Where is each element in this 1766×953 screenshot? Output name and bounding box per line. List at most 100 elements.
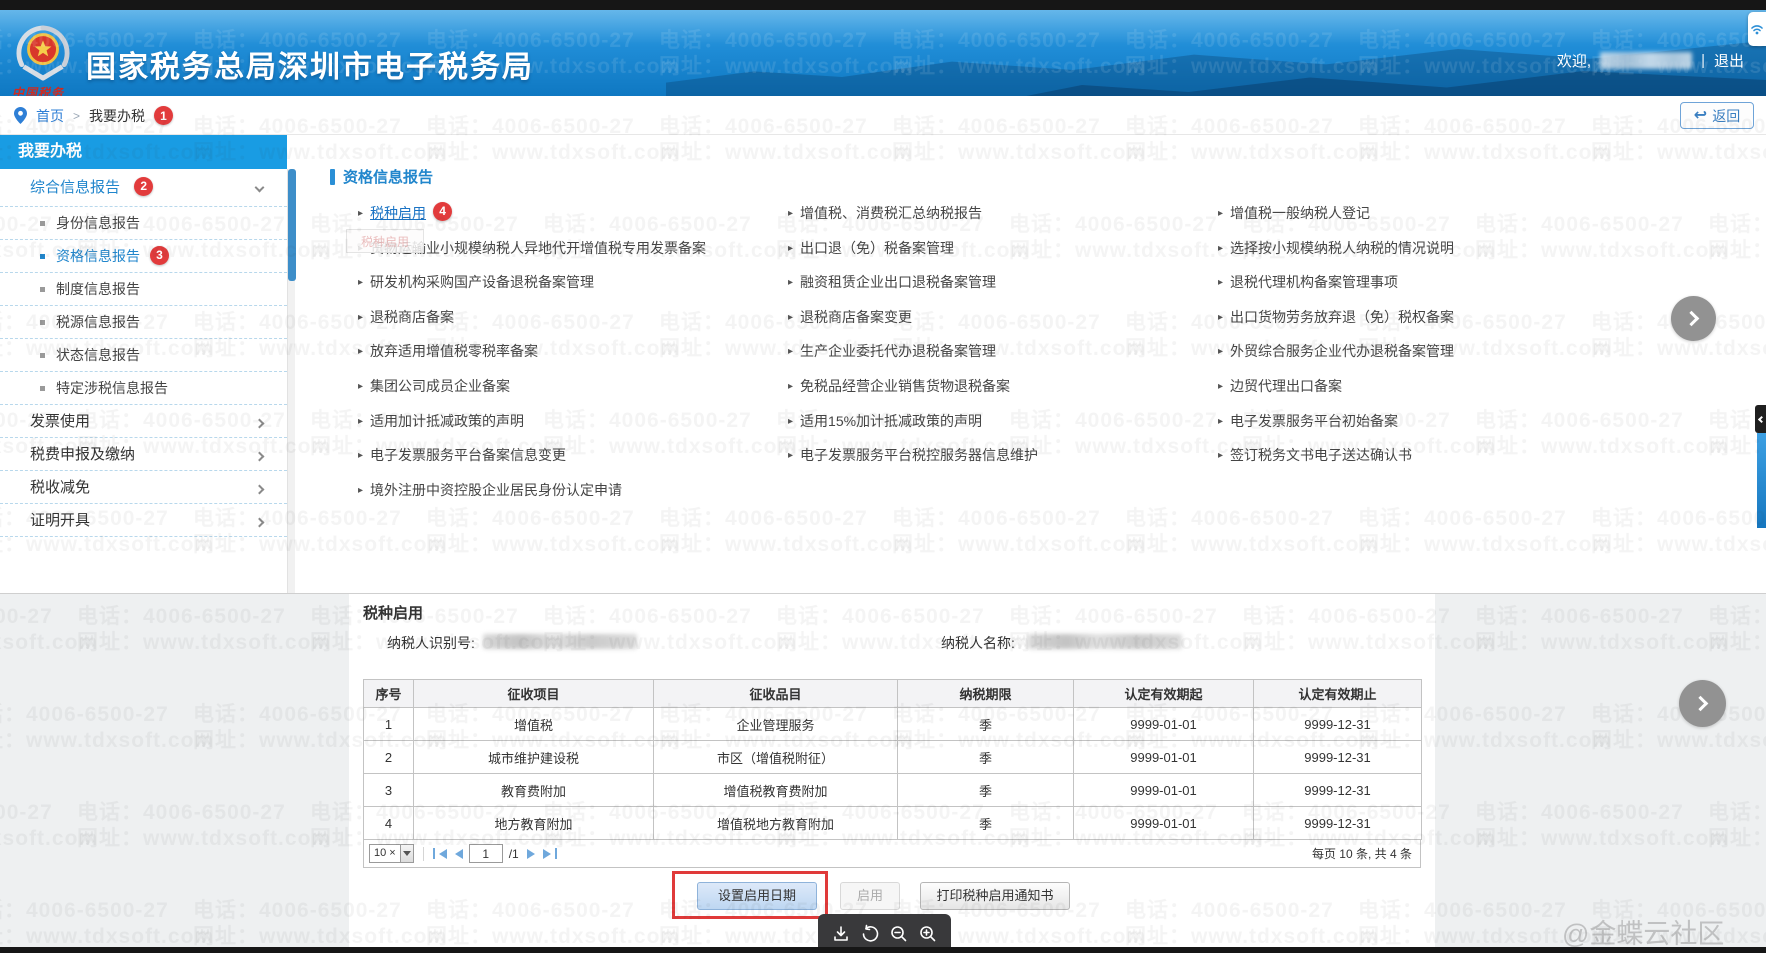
link-arrow-icon: ▸ <box>358 450 363 461</box>
back-button-label: 返回 <box>1712 106 1740 126</box>
service-link-label: 外贸综合服务企业代办退税备案管理 <box>1230 343 1454 359</box>
activate-button: 启用 <box>840 882 900 910</box>
service-link-label: 免税品经营企业销售货物退税备案 <box>800 378 1010 394</box>
sidebar-item-身份信息报告[interactable]: 身份信息报告 <box>0 207 287 240</box>
sidebar-group-发票使用[interactable]: 发票使用 <box>0 405 287 438</box>
prev-page-button[interactable] <box>455 849 463 859</box>
service-link[interactable]: ▸电子发票服务平台税控服务器信息维护 <box>788 438 1218 473</box>
service-link-label: 境外注册中资控股企业居民身份认定申请 <box>370 482 622 498</box>
download-icon[interactable] <box>831 924 851 944</box>
service-link[interactable]: ▸出口退（免）税备案管理 <box>788 231 1218 266</box>
table-cell: 企业管理服务 <box>654 708 898 741</box>
sidebar-item-label: 制度信息报告 <box>56 281 140 297</box>
taxpayer-id-label: 纳税人识别号: <box>387 633 475 653</box>
service-link[interactable]: ▸境外注册中资控股企业居民身份认定申请 <box>358 473 788 508</box>
sidebar-group-comprehensive-info[interactable]: 综合信息报告 2 <box>0 169 287 207</box>
table-cell: 教育费附加 <box>414 774 654 807</box>
service-link[interactable]: ▸适用15%加计抵减政策的声明 <box>788 404 1218 439</box>
service-link[interactable]: ▸生产企业委托代办退税备案管理 <box>788 334 1218 369</box>
table-cell: 市区（增值税附征） <box>654 741 898 774</box>
table-cell: 增值税地方教育附加 <box>654 807 898 840</box>
service-link[interactable]: ▸免税品经营企业销售货物退税备案 <box>788 369 1218 404</box>
link-arrow-icon: ▸ <box>788 243 793 254</box>
banner-sheen <box>0 10 1766 44</box>
link-arrow-icon: ▸ <box>1218 450 1223 461</box>
service-link[interactable]: ▸退税商店备案变更 <box>788 300 1218 335</box>
service-link-label: 放弃适用增值税零税率备案 <box>370 343 538 359</box>
service-link[interactable]: ▸选择按小规模纳税人纳税的情况说明 <box>1218 231 1688 266</box>
annotation-badge-1: 1 <box>154 106 173 125</box>
table-cell: 9999-01-01 <box>1074 774 1254 807</box>
table-cell: 增值税教育费附加 <box>654 774 898 807</box>
link-arrow-icon: ▸ <box>358 312 363 323</box>
service-link[interactable]: ▸融资租赁企业出口退税备案管理 <box>788 265 1218 300</box>
service-link[interactable]: ▸边贸代理出口备案 <box>1218 369 1688 404</box>
table-header-cell: 征收项目 <box>414 680 654 708</box>
chevron-right-icon <box>255 452 265 462</box>
annotation-badge-2: 2 <box>134 177 153 196</box>
print-notice-button[interactable]: 打印税种启用通知书 <box>920 882 1070 910</box>
sidebar-item-资格信息报告[interactable]: 资格信息报告3 <box>0 240 287 273</box>
service-link[interactable]: ▸增值税一般纳税人登记 <box>1218 196 1688 231</box>
service-link-label: 生产企业委托代办退税备案管理 <box>800 343 996 359</box>
scrollbar-thumb[interactable] <box>288 169 296 281</box>
carousel-next-button[interactable] <box>1671 296 1716 341</box>
sidebar-item-状态信息报告[interactable]: 状态信息报告 <box>0 339 287 372</box>
browser-extension-tab[interactable] <box>1748 12 1766 46</box>
link-arrow-icon: ▸ <box>358 381 363 392</box>
service-link[interactable]: ▸研发机构采购国产设备退税备案管理 <box>358 265 788 300</box>
service-link[interactable]: ▸退税代理机构备案管理事项 <box>1218 265 1688 300</box>
service-link[interactable]: ▸外贸综合服务企业代办退税备案管理 <box>1218 334 1688 369</box>
sidebar-group-证明开具[interactable]: 证明开具 <box>0 504 287 537</box>
service-link[interactable]: ▸适用加计抵减政策的声明 <box>358 404 788 439</box>
service-link[interactable]: ▸集团公司成员企业备案 <box>358 369 788 404</box>
sidebar-item-制度信息报告[interactable]: 制度信息报告 <box>0 273 287 306</box>
service-link[interactable]: ▸税种启用4 <box>358 196 788 231</box>
edge-panel-toggle[interactable] <box>1755 405 1766 433</box>
section-header: 资格信息报告 <box>330 166 433 187</box>
service-link[interactable]: ▸电子发票服务平台初始备案 <box>1218 404 1688 439</box>
table-cell: 9999-12-31 <box>1254 741 1422 774</box>
back-button[interactable]: ↩ 返回 <box>1680 102 1754 129</box>
set-activation-date-button[interactable]: 设置启用日期 <box>697 882 817 910</box>
table-cell: 4 <box>364 807 414 840</box>
link-arrow-icon: ▸ <box>358 416 363 427</box>
service-link-label: 电子发票服务平台税控服务器信息维护 <box>800 447 1038 463</box>
first-page-button[interactable] <box>433 848 447 859</box>
bottom-black-bar <box>0 947 1766 953</box>
dropdown-button[interactable] <box>400 845 413 862</box>
sidebar-item-特定涉税信息报告[interactable]: 特定涉税信息报告 <box>0 372 287 405</box>
site-banner: 电话：4006-6500-27网址：www.tdxsoft.com电话：4006… <box>0 10 1766 96</box>
service-link[interactable]: ▸退税商店备案 <box>358 300 788 335</box>
national-tax-emblem-logo <box>14 24 72 82</box>
tax-bureau-page: 电话：4006-6500-27网址：www.tdxsoft.com电话：4006… <box>0 0 1766 953</box>
chevron-down-icon <box>255 183 265 193</box>
carousel-next-button-2[interactable] <box>1679 680 1726 727</box>
links-column-3: ▸增值税一般纳税人登记▸选择按小规模纳税人纳税的情况说明▸退税代理机构备案管理事… <box>1218 196 1688 473</box>
sidebar-item-税源信息报告[interactable]: 税源信息报告 <box>0 306 287 339</box>
breadcrumb-home-link[interactable]: 首页 <box>36 106 64 126</box>
table-row: 4地方教育附加增值税地方教育附加季9999-01-019999-12-31 <box>364 807 1422 840</box>
edge-panel-strip <box>1757 433 1766 528</box>
service-link-label: 出口货物劳务放弃退（免）税权备案 <box>1230 309 1454 325</box>
zoom-in-icon[interactable] <box>918 924 938 944</box>
page-number-input[interactable] <box>469 844 503 863</box>
sidebar-group-税费申报及缴纳[interactable]: 税费申报及缴纳 <box>0 438 287 471</box>
last-page-button[interactable] <box>543 848 557 859</box>
welcome-divider: | <box>1701 52 1705 69</box>
service-link[interactable]: ▸电子发票服务平台备案信息变更 <box>358 438 788 473</box>
service-link[interactable]: ▸增值税、消费税汇总纳税报告 <box>788 196 1218 231</box>
page-size-select[interactable]: 10 × <box>369 844 414 863</box>
zoom-out-icon[interactable] <box>889 924 909 944</box>
chevron-right-icon <box>255 419 265 429</box>
service-link[interactable]: ▸出口货物劳务放弃退（免）税权备案 <box>1218 300 1688 335</box>
chevron-left-icon <box>1758 415 1765 422</box>
next-page-button[interactable] <box>527 849 535 859</box>
service-link[interactable]: ▸签订税务文书电子送达确认书 <box>1218 438 1688 473</box>
logout-link[interactable]: 退出 <box>1714 50 1744 71</box>
rotate-ccw-icon[interactable] <box>860 924 880 944</box>
sidebar-group-税收减免[interactable]: 税收减免 <box>0 471 287 504</box>
sidebar-scrollbar[interactable] <box>287 169 295 595</box>
service-link[interactable]: ▸放弃适用增值税零税率备案 <box>358 334 788 369</box>
sidebar-sub-list: 身份信息报告资格信息报告3 制度信息报告税源信息报告状态信息报告特定涉税信息报告 <box>0 207 287 405</box>
